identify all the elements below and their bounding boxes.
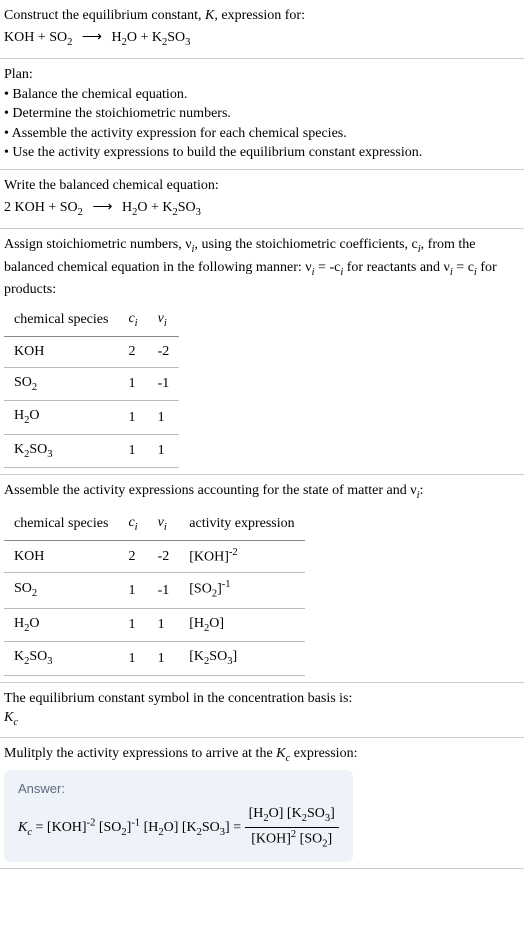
activity-text: Assemble the activity expressions accoun… — [4, 481, 520, 503]
table-row: SO2 1 -1 — [4, 367, 179, 400]
answer-expression: Kc = [KOH]-2 [SO2]-1 [H2O] [K2SO3] = [H2… — [18, 804, 339, 852]
col-species: chemical species — [4, 508, 118, 541]
assign-text: Assign stoichiometric numbers, νi, using… — [4, 235, 520, 300]
table-header-row: chemical species ci νi activity expressi… — [4, 508, 305, 541]
plan-title: Plan: — [4, 65, 520, 85]
reactant-2: SO2 — [49, 30, 72, 45]
cell-v: -1 — [148, 573, 180, 608]
cell-c: 1 — [118, 434, 147, 467]
balanced-title: Write the balanced chemical equation: — [4, 176, 520, 196]
reactant-1: KOH — [4, 30, 34, 45]
table-header-row: chemical species ci νi — [4, 304, 179, 337]
bproduct-1: H2O — [122, 200, 148, 215]
balanced-equation: 2 KOH + SO2 ⟶ H2O + K2SO3 — [4, 196, 520, 222]
stoich-table: chemical species ci νi KOH 2 -2 SO2 1 -1… — [4, 304, 179, 469]
col-v: νi — [148, 508, 180, 541]
cell-species: SO2 — [4, 367, 118, 400]
cell-activity: [K2SO3] — [179, 642, 304, 675]
table-row: H2O 1 1 [H2O] — [4, 608, 305, 641]
breactant-2: SO2 — [60, 200, 83, 215]
answer-label: Answer: — [18, 780, 339, 798]
activity-section: Assemble the activity expressions accoun… — [0, 475, 524, 682]
cell-species: K2SO3 — [4, 642, 118, 675]
cell-activity: [SO2]-1 — [179, 573, 304, 608]
table-row: K2SO3 1 1 — [4, 434, 179, 467]
table-row: KOH 2 -2 — [4, 337, 179, 368]
symbol-value: Kc — [4, 708, 520, 730]
cell-v: 1 — [148, 401, 180, 434]
cell-species: H2O — [4, 608, 118, 641]
cell-v: 1 — [148, 434, 180, 467]
reaction-arrow-icon: ⟶ — [76, 30, 108, 45]
cell-activity: [H2O] — [179, 608, 304, 641]
cell-c: 2 — [118, 337, 147, 368]
product-2: K2SO3 — [152, 30, 191, 45]
table-row: K2SO3 1 1 [K2SO3] — [4, 642, 305, 675]
activity-table: chemical species ci νi activity expressi… — [4, 508, 305, 676]
prompt-title-text: Construct the equilibrium constant, K, e… — [4, 8, 305, 23]
table-row: KOH 2 -2 [KOH]-2 — [4, 541, 305, 573]
plan-item-4: • Use the activity expressions to build … — [4, 143, 520, 163]
answer-section: Mulitply the activity expressions to arr… — [0, 738, 524, 869]
prompt-title: Construct the equilibrium constant, K, e… — [4, 6, 520, 26]
plan-section: Plan: • Balance the chemical equation. •… — [0, 59, 524, 170]
col-c: ci — [118, 304, 147, 337]
multiply-text: Mulitply the activity expressions to arr… — [4, 744, 520, 766]
plan-item-1: • Balance the chemical equation. — [4, 85, 520, 105]
cell-c: 2 — [118, 541, 147, 573]
cell-v: -1 — [148, 367, 180, 400]
cell-species: K2SO3 — [4, 434, 118, 467]
cell-c: 1 — [118, 608, 147, 641]
answer-box: Answer: Kc = [KOH]-2 [SO2]-1 [H2O] [K2SO… — [4, 770, 353, 862]
fraction: [H2O] [K2SO3] [KOH]2 [SO2] — [245, 804, 339, 852]
reaction-arrow-icon: ⟶ — [86, 200, 118, 215]
unbalanced-equation: KOH + SO2 ⟶ H2O + K2SO3 — [4, 26, 520, 52]
prompt-section: Construct the equilibrium constant, K, e… — [0, 0, 524, 59]
col-species: chemical species — [4, 304, 118, 337]
cell-v: 1 — [148, 608, 180, 641]
coef-1: 2 — [4, 200, 11, 215]
assign-section: Assign stoichiometric numbers, νi, using… — [0, 229, 524, 475]
cell-activity: [KOH]-2 — [179, 541, 304, 573]
col-c: ci — [118, 508, 147, 541]
table-row: H2O 1 1 — [4, 401, 179, 434]
symbol-text: The equilibrium constant symbol in the c… — [4, 689, 520, 709]
symbol-section: The equilibrium constant symbol in the c… — [0, 683, 524, 738]
numerator: [H2O] [K2SO3] — [245, 804, 339, 827]
plan-item-3: • Assemble the activity expression for e… — [4, 124, 520, 144]
plan-item-2: • Determine the stoichiometric numbers. — [4, 104, 520, 124]
cell-species: KOH — [4, 541, 118, 573]
breactant-1: KOH — [15, 200, 45, 215]
bproduct-2: K2SO3 — [162, 200, 201, 215]
cell-c: 1 — [118, 401, 147, 434]
cell-v: -2 — [148, 337, 180, 368]
cell-species: SO2 — [4, 573, 118, 608]
balanced-section: Write the balanced chemical equation: 2 … — [0, 170, 524, 229]
denominator: [KOH]2 [SO2] — [245, 828, 339, 852]
cell-species: H2O — [4, 401, 118, 434]
cell-v: 1 — [148, 642, 180, 675]
cell-c: 1 — [118, 642, 147, 675]
cell-v: -2 — [148, 541, 180, 573]
product-1: H2O — [111, 30, 137, 45]
cell-species: KOH — [4, 337, 118, 368]
table-row: SO2 1 -1 [SO2]-1 — [4, 573, 305, 608]
cell-c: 1 — [118, 573, 147, 608]
cell-c: 1 — [118, 367, 147, 400]
col-v: νi — [148, 304, 180, 337]
col-activity: activity expression — [179, 508, 304, 541]
